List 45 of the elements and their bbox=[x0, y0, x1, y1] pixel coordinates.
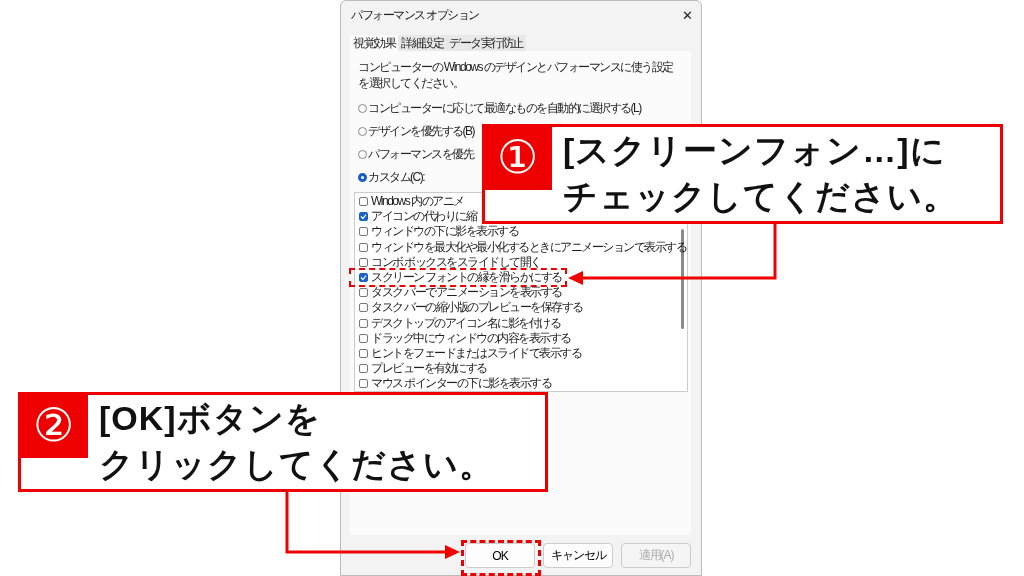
checkbox-label[interactable]: ヒントをフェードまたはスライドで表示する bbox=[371, 346, 581, 360]
checkbox-label[interactable]: タスク バーの縮小版のプレビューを保存する bbox=[371, 301, 583, 315]
callout-text: [スクリーンフォン…]に bbox=[563, 130, 947, 171]
checkbox-label[interactable]: デスクトップのアイコン名に影を付ける bbox=[371, 316, 560, 330]
step-number: ① bbox=[482, 124, 552, 190]
close-icon[interactable]: ✕ bbox=[681, 7, 691, 23]
callout-text: クリックしてください。 bbox=[99, 444, 494, 485]
radio-label[interactable]: デザインを優先する(B) bbox=[368, 123, 474, 140]
step-number: ② bbox=[18, 392, 88, 458]
checkbox[interactable] bbox=[359, 273, 368, 283]
callout-text: [OK]ボタンを bbox=[99, 398, 322, 439]
checkbox[interactable] bbox=[359, 197, 368, 207]
checkbox-label[interactable]: アイコンの代わりに縮 bbox=[371, 210, 476, 224]
checkbox[interactable] bbox=[359, 212, 368, 222]
checkbox-label[interactable]: ウィンドウの下に影を表示する bbox=[371, 225, 518, 239]
checkbox[interactable] bbox=[359, 288, 368, 298]
checkbox[interactable] bbox=[359, 318, 368, 328]
tab[interactable]: 視覚効果 bbox=[350, 35, 398, 51]
callout-text: チェックしてください。 bbox=[563, 176, 958, 217]
checkbox-label[interactable]: タスク バーでアニメーションを表示する bbox=[371, 286, 562, 300]
checkbox[interactable] bbox=[359, 333, 368, 343]
radio-label[interactable]: カスタム(C): bbox=[368, 169, 424, 186]
checkbox[interactable] bbox=[359, 227, 368, 237]
checkbox[interactable] bbox=[359, 257, 368, 267]
dialog-button[interactable]: キャンセル bbox=[543, 543, 613, 568]
radio-button[interactable] bbox=[358, 173, 367, 182]
checkbox-label[interactable]: マウス ポインターの下に影を表示する bbox=[371, 377, 552, 391]
checkbox-label[interactable]: Windows 内のアニメ bbox=[371, 195, 464, 209]
window-title: パフォーマンス オプション bbox=[351, 6, 479, 24]
checkbox[interactable] bbox=[359, 242, 368, 252]
checkbox-label[interactable]: ウィンドウを最大化や最小化するときにアニメーションで表示する bbox=[371, 240, 686, 254]
checkbox-label[interactable]: スクリーン フォントの縁を滑らかにする bbox=[371, 271, 562, 285]
tab[interactable]: データ実行防止 bbox=[446, 35, 526, 51]
checkbox[interactable] bbox=[359, 348, 368, 358]
description: コンピューターの Windows のデザインとパフォーマンスに使う設定を選択してください。 bbox=[358, 59, 674, 91]
checkbox-label[interactable]: ドラッグ中にウィンドウの内容を表示する bbox=[371, 331, 571, 345]
checkbox[interactable] bbox=[359, 303, 368, 313]
checkbox[interactable] bbox=[359, 379, 368, 389]
tab[interactable]: 詳細設定 bbox=[398, 35, 446, 51]
checkbox-label[interactable]: コンボ ボックスをスライドして開く bbox=[371, 255, 541, 269]
dialog-button[interactable]: OK bbox=[465, 543, 535, 568]
checkbox-label[interactable]: プレビューを有効にする bbox=[371, 362, 487, 376]
radio-label[interactable]: パフォーマンスを優先 bbox=[368, 146, 473, 163]
checkbox[interactable] bbox=[359, 364, 368, 374]
radio-label[interactable]: コンピューターに応じて最適なものを自動的に選択する(L) bbox=[368, 100, 641, 117]
